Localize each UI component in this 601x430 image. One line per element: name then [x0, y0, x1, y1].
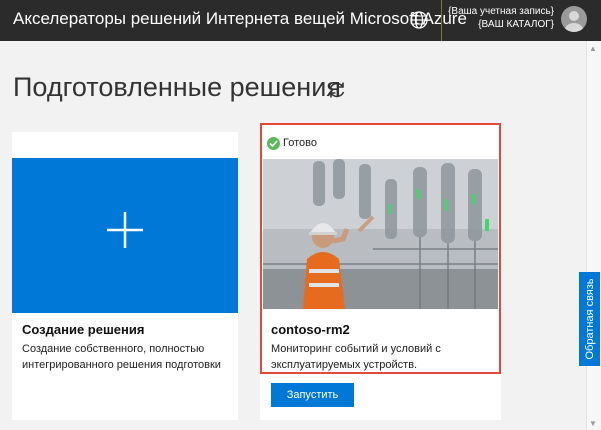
header-divider [441, 0, 442, 41]
scroll-up-arrow-icon[interactable]: ▲ [589, 44, 597, 53]
card-title: Создание решения [22, 322, 145, 337]
check-circle-icon [267, 137, 280, 150]
status-text: Готово [283, 137, 317, 149]
card-description: Создание собственного, полностью интегри… [22, 343, 221, 371]
create-solution-card[interactable]: Создание решения Создание собственного, … [12, 132, 238, 420]
solution-card-contoso-rm2[interactable]: Готово contoso-rm2 Мониторинг событий и … [260, 123, 501, 420]
user-avatar-icon[interactable] [561, 6, 587, 32]
card-description: Мониторинг событий и условий с эксплуати… [271, 343, 441, 371]
solution-image [263, 159, 498, 309]
launch-button[interactable]: Запустить [271, 383, 354, 407]
top-bar: Акселераторы решений Интернета вещей Mic… [0, 0, 601, 41]
create-solution-tile[interactable] [12, 158, 238, 313]
card-title[interactable]: contoso-rm2 [271, 322, 350, 337]
account-name: {Ваша учетная запись} [448, 6, 554, 17]
plus-icon [107, 212, 143, 248]
feedback-button[interactable]: Обратная связь [579, 272, 600, 366]
globe-icon[interactable] [408, 9, 430, 31]
app-title[interactable]: Акселераторы решений Интернета вещей Mic… [13, 9, 467, 29]
refresh-icon[interactable] [326, 79, 348, 101]
vertical-scrollbar[interactable] [586, 41, 601, 430]
scroll-down-arrow-icon[interactable]: ▼ [589, 419, 597, 428]
page-title: Подготовленные решения [13, 72, 341, 102]
account-info[interactable]: {Ваша учетная запись} {ВАШ КАТАЛОГ} [446, 5, 554, 31]
account-directory: {ВАШ КАТАЛОГ} [478, 19, 554, 30]
feedback-label: Обратная связь [583, 278, 596, 360]
